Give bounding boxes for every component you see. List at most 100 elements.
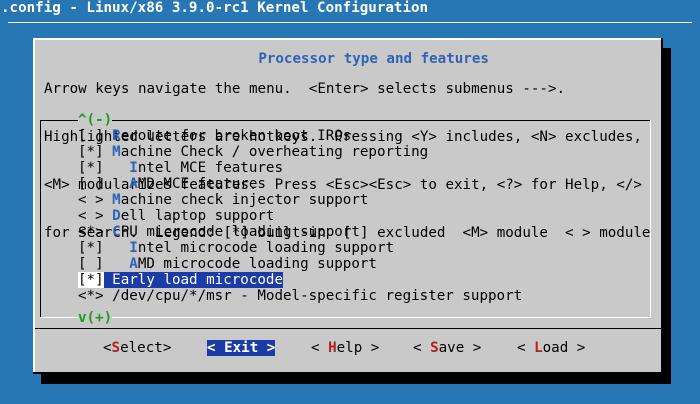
menu-item-label: Early load microcode xyxy=(103,272,284,288)
menu-item[interactable]: < > Machine check injector support xyxy=(78,192,522,208)
menu-item-spacer xyxy=(104,208,113,224)
menu-item-text: /dev/cpu/*/msr - Model-specific register… xyxy=(112,288,523,304)
load-button-label: oad xyxy=(542,340,569,356)
menu-box-border-left xyxy=(40,120,41,318)
menu-item-state[interactable]: <*> xyxy=(78,288,104,304)
menu-item-spacer xyxy=(104,160,113,176)
menu-item[interactable]: [*] Intel microcode loading support xyxy=(78,240,522,256)
menu-item-label: Dell laptop support xyxy=(104,208,275,224)
menu-item-hotkey: E xyxy=(112,272,121,288)
menu-item-text: MD microcode loading support xyxy=(137,256,377,272)
exit-button-label: xit xyxy=(232,340,259,356)
menu-item-spacer xyxy=(104,240,113,256)
menu-item-spacer xyxy=(104,144,113,160)
menu-box-border-bottom xyxy=(40,317,651,318)
menu-item-spacer xyxy=(104,256,113,272)
menu-list: [ ] Reroute for broken boot IRQs [*] Mach… xyxy=(78,128,522,304)
menu-item-spacer xyxy=(104,176,113,192)
menu-item[interactable]: [ ] AMD microcode loading support xyxy=(78,256,522,272)
menu-item-hotkey: C xyxy=(112,224,121,240)
menu-item-spacer xyxy=(104,192,113,208)
title-divider xyxy=(8,22,692,23)
save-button-hotkey: S xyxy=(430,340,439,356)
menu-item[interactable]: <*> CPU microcode loading support xyxy=(78,224,522,240)
menu-item-state[interactable]: [*] xyxy=(78,272,104,288)
menu-item[interactable]: [*] Early load microcode xyxy=(78,272,522,288)
menu-item[interactable]: [*] Intel MCE features xyxy=(78,160,522,176)
menu-item[interactable]: [ ] Reroute for broken boot IRQs xyxy=(78,128,522,144)
menu-box-border-top xyxy=(40,120,651,121)
menu-box: ^(-) [ ] Reroute for broken boot IRQs [*]… xyxy=(40,112,651,326)
menuconfig-dialog: Processor type and features Arrow keys n… xyxy=(33,38,663,374)
menu-item-hotkey: A xyxy=(129,176,138,192)
menu-item-indent xyxy=(112,176,129,192)
menu-item[interactable]: < > Dell laptop support xyxy=(78,208,522,224)
save-button[interactable]: < Save > xyxy=(413,340,481,356)
load-button-hotkey: L xyxy=(534,340,543,356)
menu-item-text: ntel microcode loading support xyxy=(137,240,395,256)
menu-item-state[interactable]: <*> xyxy=(78,224,104,240)
menu-item-indent xyxy=(112,256,129,272)
window-title: .config - Linux/x86 3.9.0-rc1 Kernel Con… xyxy=(1,0,429,16)
menu-item-label: Machine Check / overheating reporting xyxy=(104,144,429,160)
menu-item-state[interactable]: [ ] xyxy=(78,176,104,192)
menu-item-hotkey: A xyxy=(129,256,138,272)
menu-item-label: AMD MCE features xyxy=(104,176,266,192)
menu-item-hotkey: I xyxy=(129,160,138,176)
menu-item-hotkey: M xyxy=(112,144,121,160)
select-button-label: elect xyxy=(120,340,163,356)
menu-item-state[interactable]: [ ] xyxy=(78,256,104,272)
help-button[interactable]: < Help > xyxy=(311,340,379,356)
menu-item-text: MD MCE features xyxy=(137,176,266,192)
help-line: Arrow keys navigate the menu. <Enter> se… xyxy=(44,81,566,97)
menu-item-spacer xyxy=(104,128,113,144)
dialog-border-left xyxy=(33,38,35,374)
button-separator xyxy=(35,328,661,329)
menu-item-text: eroute for broken boot IRQs xyxy=(120,128,352,144)
menu-item-label: /dev/cpu/*/msr - Model-specific register… xyxy=(104,288,523,304)
dialog-border-bottom xyxy=(33,372,663,374)
menu-item-label: Intel microcode loading support xyxy=(104,240,394,256)
save-button-label: ave xyxy=(438,340,465,356)
menu-item-text: PU microcode loading support xyxy=(120,224,360,240)
menu-item-spacer xyxy=(104,224,113,240)
menu-item-hotkey: I xyxy=(129,240,138,256)
menu-item-spacer xyxy=(104,272,113,288)
menu-item-text: arly load microcode xyxy=(120,272,284,288)
menu-item-hotkey: D xyxy=(112,208,121,224)
menu-item-state[interactable]: [*] xyxy=(78,144,104,160)
menu-item-text: achine check injector support xyxy=(120,192,369,208)
menu-item-label: CPU microcode loading support xyxy=(104,224,360,240)
select-button-hotkey: S xyxy=(111,340,121,356)
select-button[interactable]: <Select> xyxy=(103,340,171,356)
menu-item-text: achine Check / overheating reporting xyxy=(120,144,429,160)
menu-box-border-right xyxy=(650,120,651,318)
menu-item-label: Intel MCE features xyxy=(104,160,283,176)
menu-item-label: AMD microcode loading support xyxy=(104,256,377,272)
scroll-up-indicator[interactable]: ^(-) xyxy=(78,112,113,128)
menu-item-hotkey: M xyxy=(112,192,121,208)
menu-item-state[interactable]: < > xyxy=(78,208,104,224)
menu-item-indent xyxy=(112,240,129,256)
help-button-label: elp xyxy=(336,340,363,356)
help-button-hotkey: H xyxy=(328,340,337,356)
menu-item-state[interactable]: [*] xyxy=(78,160,104,176)
dialog-border-right xyxy=(661,38,663,374)
button-row: <Select> < Exit > < Help > < Save > < Lo… xyxy=(33,340,663,358)
menu-item-label: Reroute for broken boot IRQs xyxy=(104,128,352,144)
menu-item-state[interactable]: < > xyxy=(78,192,104,208)
menu-item-state[interactable]: [ ] xyxy=(78,128,104,144)
menu-item[interactable]: [*] Machine Check / overheating reportin… xyxy=(78,144,522,160)
load-button[interactable]: < Load > xyxy=(517,340,585,356)
menu-item-hotkey: R xyxy=(112,128,121,144)
terminal-screen: .config - Linux/x86 3.9.0-rc1 Kernel Con… xyxy=(0,0,700,404)
scroll-down-indicator[interactable]: v(+) xyxy=(78,310,113,326)
exit-button[interactable]: < Exit > xyxy=(207,340,276,356)
menu-item-state[interactable]: [*] xyxy=(78,240,104,256)
menu-item[interactable]: <*> /dev/cpu/*/msr - Model-specific regi… xyxy=(78,288,522,304)
menu-item-text: ell laptop support xyxy=(120,208,275,224)
menu-item-text: ntel MCE features xyxy=(137,160,284,176)
menu-item-label: Machine check injector support xyxy=(104,192,369,208)
menu-item-spacer xyxy=(104,288,113,304)
menu-item[interactable]: [ ] AMD MCE features xyxy=(78,176,522,192)
